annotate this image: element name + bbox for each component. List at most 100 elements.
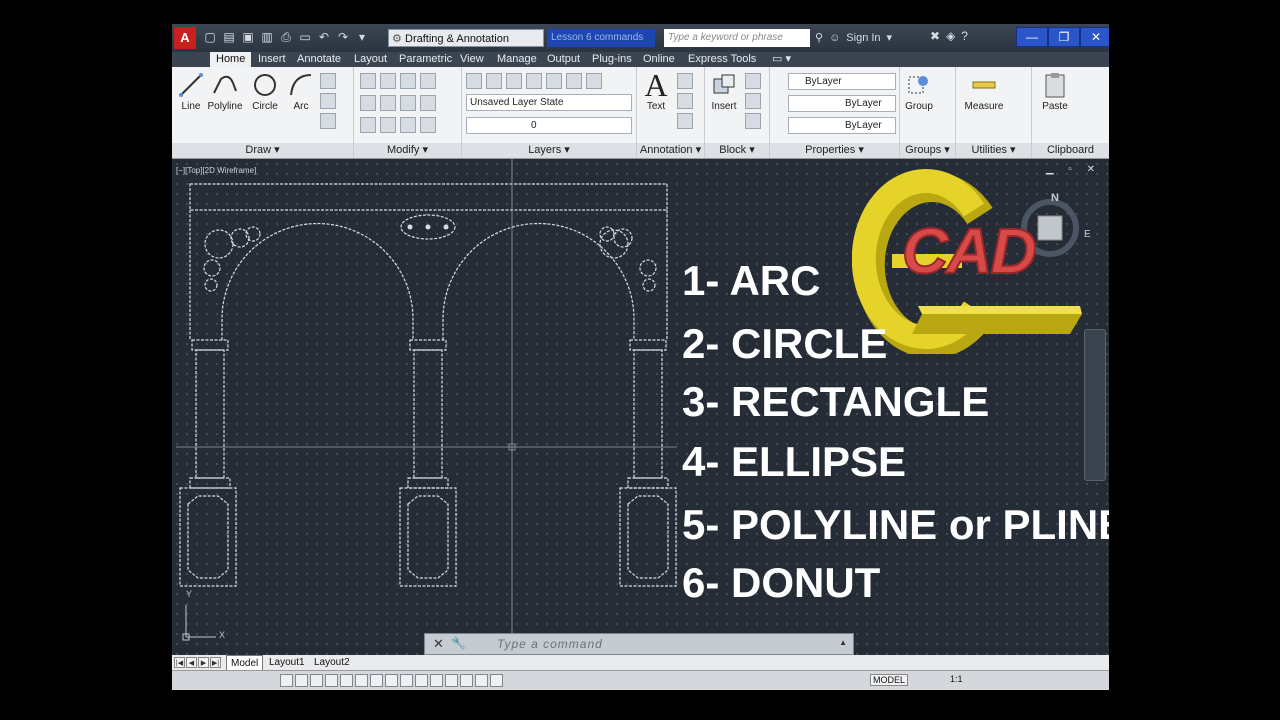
scale-icon[interactable] <box>380 117 396 133</box>
measure-button[interactable]: Measure <box>962 71 1006 112</box>
create-block-icon[interactable] <box>745 73 761 89</box>
mirror-icon[interactable] <box>380 95 396 111</box>
ortho-icon[interactable] <box>325 674 338 687</box>
help-icon[interactable]: ? <box>961 29 968 43</box>
snap-icon[interactable] <box>295 674 308 687</box>
tab-insert[interactable]: Insert <box>258 52 286 67</box>
fillet-icon[interactable] <box>400 95 416 111</box>
next-tab-icon[interactable]: ▶ <box>198 657 209 668</box>
insert-button[interactable]: Insert <box>707 71 741 112</box>
layer-icon[interactable] <box>506 73 522 89</box>
polyline-button[interactable]: Polyline <box>206 71 244 112</box>
rectangle-icon[interactable] <box>320 73 336 89</box>
lineweight-select[interactable]: ByLayer <box>788 117 896 134</box>
rotate-icon[interactable] <box>380 73 396 89</box>
plot-icon[interactable]: ⎙ <box>278 29 294 45</box>
ellipse-icon[interactable] <box>320 93 336 109</box>
workspace-switcher[interactable]: ⚙ Drafting & Annotation ▼ <box>388 29 556 47</box>
exchange-icon[interactable]: ✖ <box>930 29 940 43</box>
quick-properties-icon[interactable] <box>460 674 473 687</box>
save-icon[interactable]: ▣ <box>240 29 256 45</box>
app-store-icon[interactable]: ◈ <box>946 29 955 43</box>
modify-panel-label[interactable]: Modify ▾ <box>354 143 461 158</box>
sign-in-label[interactable]: Sign In <box>846 29 880 47</box>
customize-icon[interactable]: 🔧 <box>451 636 466 650</box>
paste-button[interactable]: Paste <box>1038 71 1072 112</box>
group-button[interactable]: Group <box>902 71 936 112</box>
annotation-monitor-icon[interactable] <box>490 674 503 687</box>
draw-panel-label[interactable]: Draw ▾ <box>172 143 353 158</box>
tab-layout[interactable]: Layout <box>354 52 387 67</box>
utilities-panel-label[interactable]: Utilities ▾ <box>956 143 1031 158</box>
open-icon[interactable]: ▤ <box>221 29 237 45</box>
tab-express-tools[interactable]: Express Tools <box>688 52 756 67</box>
line-button[interactable]: Line <box>174 71 208 112</box>
dimension-icon[interactable] <box>677 73 693 89</box>
color-select[interactable]: ByLayer <box>788 73 896 90</box>
erase-icon[interactable] <box>420 73 436 89</box>
new-icon[interactable]: ▢ <box>202 29 218 45</box>
print-icon[interactable]: ▭ <box>297 29 313 45</box>
minimize-button[interactable]: — <box>1016 27 1048 47</box>
search-input[interactable]: Type a keyword or phrase <box>664 29 810 47</box>
tab-view[interactable]: View <box>460 52 484 67</box>
layers-panel-label[interactable]: Layers ▾ <box>462 143 636 158</box>
tab-online[interactable]: Online <box>643 52 675 67</box>
leader-icon[interactable] <box>677 93 693 109</box>
copy-icon[interactable] <box>360 95 376 111</box>
arc-button[interactable]: Arc <box>284 71 318 112</box>
selection-cycling-icon[interactable] <box>475 674 488 687</box>
offset-icon[interactable] <box>420 117 436 133</box>
tab-layout2[interactable]: Layout2 <box>310 655 354 670</box>
save-as-icon[interactable]: ▥ <box>259 29 275 45</box>
stretch-icon[interactable] <box>360 117 376 133</box>
clipboard-panel-label[interactable]: Clipboard <box>1032 143 1109 158</box>
osnap-icon[interactable] <box>355 674 368 687</box>
layer-select[interactable]: 0 <box>466 117 632 134</box>
block-panel-label[interactable]: Block ▾ <box>705 143 769 158</box>
prev-tab-icon[interactable]: ◀ <box>186 657 197 668</box>
tab-home[interactable]: Home <box>210 52 252 67</box>
first-tab-icon[interactable]: |◀ <box>174 657 185 668</box>
navigation-bar[interactable] <box>1084 329 1106 481</box>
transparency-icon[interactable] <box>445 674 458 687</box>
ribbon-minimize-icon[interactable]: ▭ ▾ <box>772 52 791 67</box>
sign-in-area[interactable]: ⚲ ☺ Sign In ▾ <box>815 29 892 47</box>
lineweight-icon[interactable] <box>430 674 443 687</box>
undo-icon[interactable]: ↶ <box>316 29 332 45</box>
model-space-button[interactable]: MODEL <box>870 674 909 686</box>
close-button[interactable]: ✕ <box>1080 27 1109 47</box>
polar-icon[interactable] <box>340 674 353 687</box>
dropdown-icon[interactable]: ▾ <box>354 29 370 45</box>
tab-annotate[interactable]: Annotate <box>297 52 341 67</box>
layer-state-select[interactable]: Unsaved Layer State <box>466 94 632 111</box>
ducs-icon[interactable] <box>400 674 413 687</box>
move-icon[interactable] <box>360 73 376 89</box>
redo-icon[interactable]: ↷ <box>335 29 351 45</box>
otrack-icon[interactable] <box>385 674 398 687</box>
layer-properties-icon[interactable] <box>466 73 482 89</box>
dyn-icon[interactable] <box>415 674 428 687</box>
binoculars-icon[interactable]: ⚲ <box>815 29 823 47</box>
layer-icon[interactable] <box>526 73 542 89</box>
layer-icon[interactable] <box>586 73 602 89</box>
circle-button[interactable]: Circle <box>248 71 282 112</box>
table-icon[interactable] <box>677 113 693 129</box>
tab-manage[interactable]: Manage <box>497 52 537 67</box>
annotation-panel-label[interactable]: Annotation ▾ <box>637 143 704 158</box>
chevron-up-icon[interactable]: ▲ <box>839 638 847 647</box>
trim-icon[interactable] <box>400 73 416 89</box>
infer-constraints-icon[interactable] <box>280 674 293 687</box>
annotation-scale[interactable]: 1:1 <box>950 674 963 684</box>
layer-icon[interactable] <box>546 73 562 89</box>
grid-icon[interactable] <box>310 674 323 687</box>
explode-icon[interactable] <box>420 95 436 111</box>
tab-layout1[interactable]: Layout1 <box>265 655 309 670</box>
layer-icon[interactable] <box>486 73 502 89</box>
linetype-select[interactable]: ByLayer <box>788 95 896 112</box>
groups-panel-label[interactable]: Groups ▾ <box>900 143 955 158</box>
layer-icon[interactable] <box>566 73 582 89</box>
3d-osnap-icon[interactable] <box>370 674 383 687</box>
array-icon[interactable] <box>400 117 416 133</box>
last-tab-icon[interactable]: ▶| <box>210 657 221 668</box>
